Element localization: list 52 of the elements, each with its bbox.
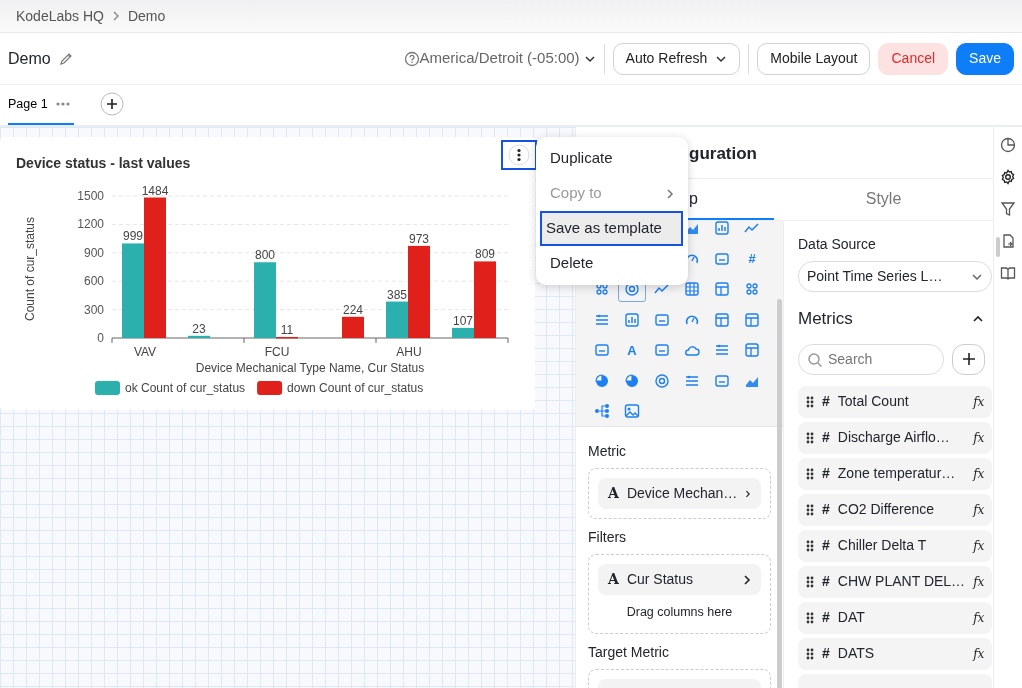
type-icon: # [822,463,830,484]
axis-tick-label: 0 [97,331,104,345]
axis-title: Count of cur_status [23,216,37,322]
type-icon: # [822,571,830,592]
section-title: Metrics [798,308,853,330]
data-label: 23 [192,321,206,336]
data-label: 999 [123,229,143,244]
data-label: 11 [280,322,294,337]
metric-label: DATS [837,644,876,663]
widget-title: Device status - last values [16,154,191,173]
metric-label: CO2 Difference [837,500,936,519]
axis-tick-label: 1500 [77,189,104,203]
type-icon: # [822,391,830,412]
axis-title: Device Mechanical Type Name, Cur Status [195,361,425,375]
chip-label: Device Mechan… [626,484,738,503]
axis-tick-label: AHU [396,345,422,359]
panel-title: guration [689,144,757,163]
metric-label: CHW PLANT DEL… [837,572,966,591]
axis-tick-label: 1200 [77,217,104,232]
metric-label: Discharge Airflo… [837,428,951,447]
metric-label: Chiller Delta T [837,536,928,555]
data-label: 107 [453,313,473,328]
metric-label: DAT [837,608,866,627]
type-icon: A [608,569,619,590]
axis-tick-label: 300 [83,302,104,317]
type-icon: # [822,499,830,520]
type-icon: # [822,607,830,628]
type-icon: # [822,535,830,556]
drop-hint: Drag columns here [625,604,734,621]
type-icon: # [822,427,830,448]
data-label: 800 [255,248,275,263]
legend-label: down Count of cur_status [287,381,424,395]
section-label: Filters [588,528,628,547]
dashboard-title: Demo [8,48,51,69]
axis-tick-label: VAV [133,345,157,359]
metric-label: Total Count [837,392,910,411]
data-label: 385 [387,287,407,302]
axis-tick-label: 600 [83,274,104,289]
axis-tick-label: 900 [83,245,104,260]
legend-label: ok Count of cur_status [125,381,246,395]
data-label: 1484 [141,183,169,198]
data-label: 224 [343,302,363,317]
axis-tick-label: FCU [264,345,290,359]
type-icon: A [608,483,619,504]
data-label: 973 [409,231,429,246]
chip-label: Cur Status [626,570,694,589]
field-label: Data Source [798,235,877,254]
metric-label: Zone temperatur… [837,464,957,483]
data-label: 809 [475,247,495,262]
section-label: Metric [588,442,628,461]
section-label: Target Metric [588,642,670,662]
type-icon: # [822,643,830,664]
